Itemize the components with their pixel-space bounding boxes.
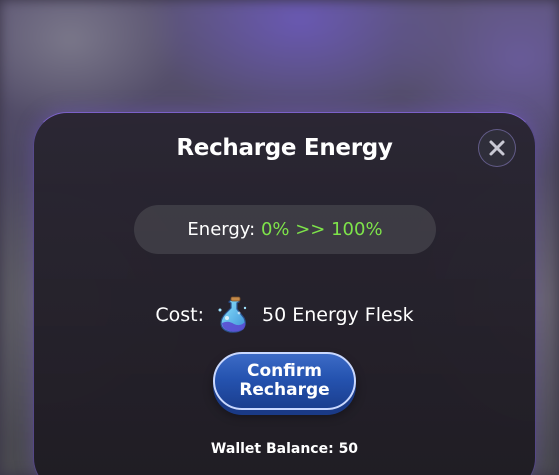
cost-row: Cost: 50 Energy Flesk bbox=[34, 296, 535, 334]
confirm-button-line1: Confirm bbox=[247, 361, 322, 381]
energy-status-pill: Energy: 0% >> 100% bbox=[134, 205, 436, 254]
confirm-recharge-button[interactable]: Confirm Recharge bbox=[213, 352, 356, 410]
close-icon bbox=[489, 140, 505, 156]
close-button[interactable] bbox=[478, 129, 516, 167]
cost-label: Cost: bbox=[155, 304, 205, 326]
energy-label: Energy: bbox=[187, 219, 256, 240]
energy-flask-icon bbox=[218, 296, 247, 333]
dialog-title: Recharge Energy bbox=[176, 135, 393, 161]
energy-value: 0% >> 100% bbox=[260, 219, 383, 240]
wallet-balance: Wallet Balance: 50 bbox=[210, 441, 359, 457]
recharge-energy-dialog: Recharge Energy Energy: 0% >> 100% Cost: bbox=[33, 112, 536, 475]
confirm-button-line2: Recharge bbox=[239, 380, 330, 400]
cost-amount: 50 Energy Flesk bbox=[262, 304, 414, 326]
